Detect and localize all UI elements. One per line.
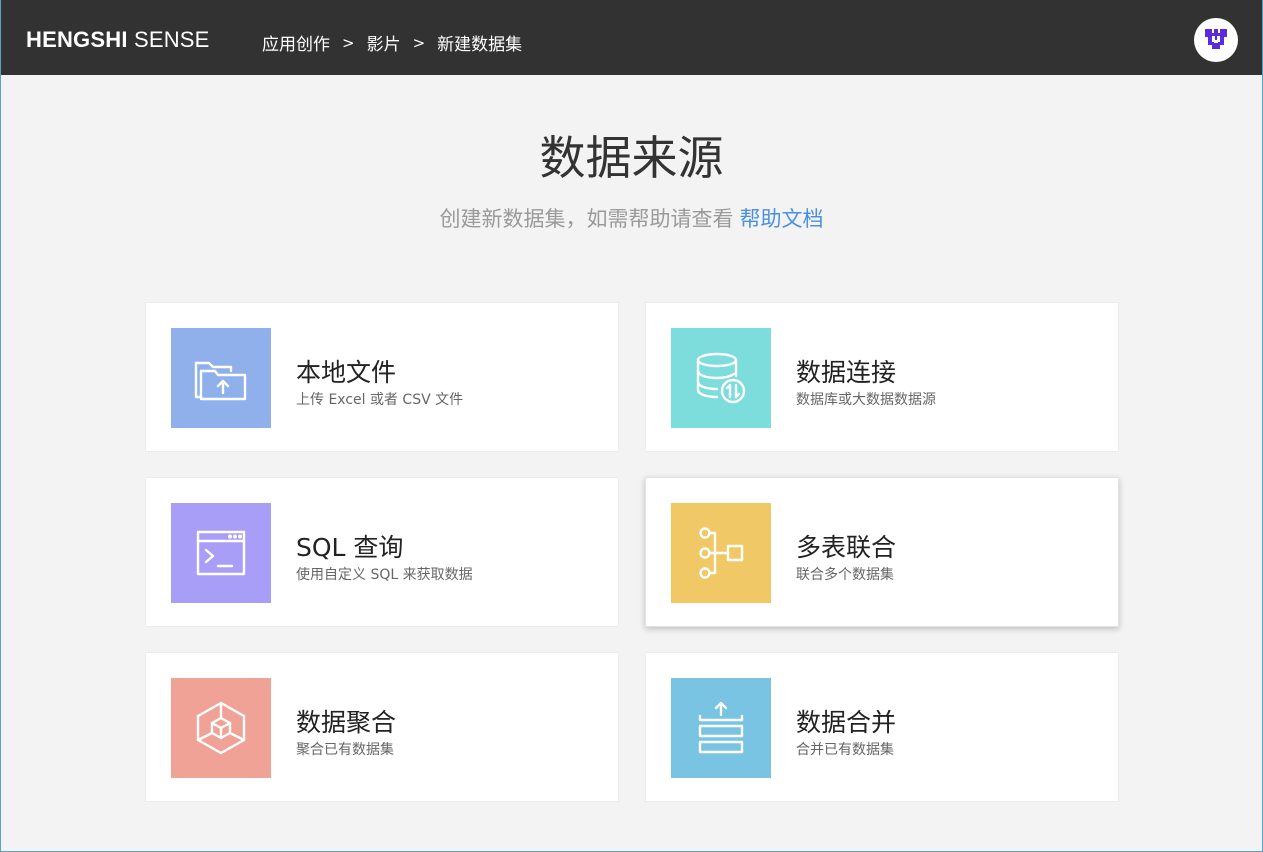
app-window: HENGSHI SENSE 应用创作 > 影片 > 新建数据集 数据来源 创建新…	[0, 0, 1263, 852]
source-card-merge[interactable]: 数据合并 合并已有数据集	[645, 652, 1119, 802]
source-card-aggregation[interactable]: 数据聚合 聚合已有数据集	[145, 652, 619, 802]
top-navbar: HENGSHI SENSE 应用创作 > 影片 > 新建数据集	[1, 0, 1262, 75]
card-description: 数据库或大数据数据源	[796, 392, 936, 408]
source-tile	[171, 503, 271, 603]
source-tile	[671, 328, 771, 428]
stack-merge-icon	[698, 701, 744, 754]
user-avatar[interactable]	[1194, 18, 1238, 62]
source-tile	[671, 678, 771, 778]
breadcrumb-item-movie[interactable]: 影片	[367, 30, 401, 55]
card-title: 数据合并	[796, 708, 897, 737]
help-docs-link[interactable]: 帮助文档	[740, 207, 824, 231]
breadcrumb-item-new-dataset: 新建数据集	[437, 35, 523, 55]
table-join-icon	[699, 527, 744, 579]
page-title: 数据来源	[539, 131, 724, 185]
card-description: 联合多个数据集	[796, 567, 894, 583]
brand-logo[interactable]: HENGSHI SENSE	[26, 27, 210, 53]
card-description: 合并已有数据集	[796, 742, 894, 758]
cube-aggregate-icon	[196, 701, 246, 755]
card-description: 聚合已有数据集	[296, 742, 394, 758]
folder-upload-icon	[194, 361, 247, 401]
user-avatar-icon	[1205, 29, 1227, 49]
subtitle-text: 创建新数据集，如需帮助请查看	[439, 207, 734, 231]
source-card-table-join[interactable]: 多表联合 联合多个数据集	[645, 477, 1119, 627]
breadcrumb-separator: >	[342, 33, 355, 52]
brand-bold: HENGSHI	[26, 27, 128, 52]
breadcrumb-item-app[interactable]: 应用创作	[262, 30, 330, 55]
card-description: 上传 Excel 或者 CSV 文件	[296, 392, 464, 408]
card-description: 使用自定义 SQL 来获取数据	[296, 567, 473, 583]
source-card-sql-query[interactable]: SQL 查询 使用自定义 SQL 来获取数据	[145, 477, 619, 627]
source-tile	[171, 328, 271, 428]
card-title: SQL 查询	[296, 533, 404, 562]
card-title: 数据聚合	[296, 708, 397, 737]
source-card-local-file[interactable]: 本地文件 上传 Excel 或者 CSV 文件	[145, 302, 619, 452]
brand-light: SENSE	[133, 27, 210, 52]
database-sync-icon	[696, 352, 746, 404]
card-title: 数据连接	[796, 358, 897, 387]
breadcrumb-separator: >	[412, 33, 426, 52]
card-title: 本地文件	[296, 358, 397, 387]
source-tile	[671, 503, 771, 603]
breadcrumb: 应用创作 > 影片 > 新建数据集	[262, 30, 523, 56]
source-card-data-connection[interactable]: 数据连接 数据库或大数据数据源	[645, 302, 1119, 452]
terminal-window-icon	[196, 530, 246, 576]
source-tile	[171, 678, 271, 778]
page-subtitle: 创建新数据集，如需帮助请查看 帮助文档	[1, 203, 1262, 233]
card-title: 多表联合	[796, 533, 897, 562]
